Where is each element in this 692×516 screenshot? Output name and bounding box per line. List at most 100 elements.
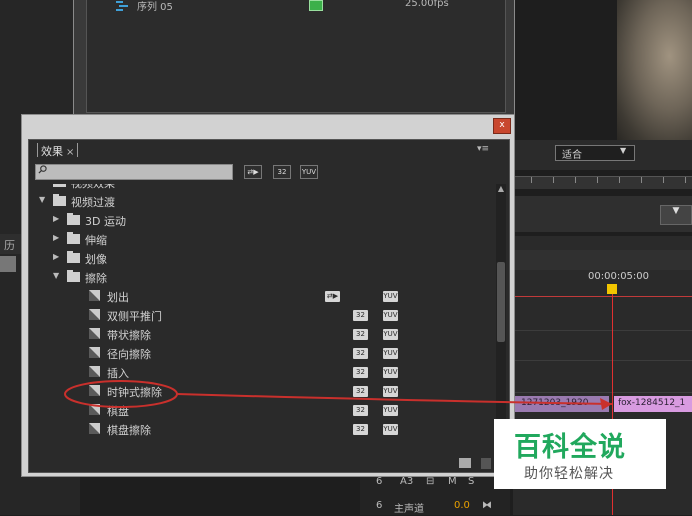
master-volume-value[interactable]: 0.0	[454, 500, 470, 511]
effect-item[interactable]: 时钟式擦除 32 YUV	[29, 382, 495, 401]
lock-icon[interactable]: 6	[376, 476, 382, 487]
panel-menu-icon[interactable]: ▾≡	[477, 144, 489, 154]
scroll-thumb[interactable]	[497, 262, 505, 342]
yuv-badge-icon: YUV	[383, 329, 398, 340]
effects-panel: 效果× ▾≡ ⇄▶ 32 YUV ▼视频效果▼视频过渡▶3D 运动▶伸缩▶划像▼…	[28, 139, 510, 473]
accelerated-badge-icon: ⇄▶	[325, 291, 340, 302]
32bit-badge-icon: 32	[353, 367, 368, 378]
folder-icon	[67, 213, 80, 225]
32bit-badge-icon: 32	[353, 424, 368, 435]
audio-track-master[interactable]: 6 主声道 0.0 ⧓	[372, 500, 512, 516]
effect-label: 时钟式擦除	[107, 386, 162, 399]
effects-tree: ▼ 视频效果 ▼ 视频过渡 ▶ 3D 运动 ▶ 伸缩 ▶ 划像 ▼ 擦除划出 ⇄▶ YUV 双侧平推门 32 Y…	[29, 184, 495, 472]
effects-search-input[interactable]	[35, 164, 233, 180]
transition-icon	[89, 309, 100, 320]
watermark-subtitle: 助你轻松解决	[524, 466, 614, 482]
effects-folder[interactable]: ▶ 3D 运动	[29, 211, 495, 230]
yuv-badge-icon: YUV	[383, 291, 398, 302]
folder-label: 视频过渡	[71, 196, 115, 209]
sequence-row[interactable]: 序列 05 25.00fps	[87, 0, 505, 14]
timeline-clip[interactable]: fox-1284512_1	[614, 396, 692, 412]
fit-dropdown[interactable]: 适合 ▼	[555, 145, 635, 161]
expanded-icon[interactable]: ▼	[39, 184, 45, 185]
folder-icon	[53, 194, 66, 206]
transition-icon	[89, 385, 100, 396]
scroll-up-arrow[interactable]: ▲	[496, 184, 506, 193]
folder-label: 划像	[85, 253, 107, 266]
track-end-icon: ⧓	[482, 500, 492, 511]
folder-label: 3D 运动	[85, 215, 126, 228]
effect-item[interactable]: 棋盘擦除 32 YUV	[29, 420, 495, 439]
sequence-color-label	[309, 0, 323, 11]
timeline-clip[interactable]: 1271203_1920	[513, 396, 609, 412]
effects-folder[interactable]: ▼ 视频效果	[29, 184, 495, 192]
yuv-badge-icon: YUV	[383, 424, 398, 435]
ruler-tick	[641, 177, 642, 183]
playhead-handle[interactable]	[607, 284, 617, 294]
collapsed-icon[interactable]: ▶	[53, 252, 59, 261]
effect-label: 径向擦除	[107, 348, 151, 361]
tab-effects[interactable]: 效果 ×	[37, 143, 79, 158]
32bit-badge-icon: 32	[353, 310, 368, 321]
mute-button[interactable]: M	[448, 476, 457, 487]
collapsed-icon[interactable]: ▶	[53, 214, 59, 223]
effects-folder[interactable]: ▼ 视频过渡	[29, 192, 495, 211]
transition-icon	[89, 404, 100, 415]
32bit-effects-filter[interactable]: 32	[273, 165, 291, 179]
effects-folder[interactable]: ▶ 划像	[29, 249, 495, 268]
32bit-badge-icon: 32	[353, 348, 368, 359]
effect-label: 插入	[107, 367, 129, 380]
solo-button[interactable]: S	[468, 476, 474, 487]
chevron-down-icon: ▼	[620, 146, 627, 155]
ruler-tick	[531, 177, 532, 183]
effects-folder[interactable]: ▼ 擦除	[29, 268, 495, 287]
audio-track-a3[interactable]: 6 A3 ⊟ M S	[372, 476, 492, 492]
monitor-ruler[interactable]	[513, 176, 692, 189]
ruler-tick	[685, 177, 686, 183]
lock-icon[interactable]: 6	[376, 500, 382, 511]
clip-label: fox-1284512_1	[618, 398, 686, 408]
effect-item[interactable]: 棋盘 32 YUV	[29, 401, 495, 420]
marker-button[interactable]: ▼	[660, 205, 692, 225]
ruler-tick	[597, 177, 598, 183]
yuv-effects-filter[interactable]: YUV	[300, 165, 318, 179]
transition-icon	[89, 328, 100, 339]
collapsed-icon[interactable]: ▶	[53, 233, 59, 242]
project-window: 序列 05 25.00fps	[73, 0, 515, 121]
expanded-icon[interactable]: ▼	[39, 195, 45, 204]
search-icon	[38, 165, 47, 174]
accelerated-effects-filter[interactable]: ⇄▶	[244, 165, 262, 179]
tab-close-icon[interactable]: ×	[66, 147, 74, 158]
folder-label: 视频效果	[71, 184, 115, 191]
effect-item[interactable]: 插入 32 YUV	[29, 363, 495, 382]
effect-item[interactable]: 径向擦除 32 YUV	[29, 344, 495, 363]
folder-label: 擦除	[85, 272, 107, 285]
effect-label: 双侧平推门	[107, 310, 162, 323]
effect-item[interactable]: 带状擦除 32 YUV	[29, 325, 495, 344]
project-list: 序列 05 25.00fps	[86, 0, 506, 113]
watermark-title: 百科全说	[514, 432, 626, 463]
tab-history-label: 历	[4, 239, 15, 252]
transition-icon	[89, 423, 100, 434]
ruler-tick	[619, 177, 620, 183]
track-name: 主声道	[394, 504, 424, 515]
trash-icon[interactable]	[481, 458, 491, 469]
track-output-icon[interactable]: ⊟	[426, 476, 434, 487]
close-button[interactable]: x	[493, 118, 511, 134]
effect-item[interactable]: 划出 ⇄▶ YUV	[29, 287, 495, 306]
effect-item[interactable]: 双侧平推门 32 YUV	[29, 306, 495, 325]
history-item[interactable]	[0, 256, 16, 272]
effects-folder[interactable]: ▶ 伸缩	[29, 230, 495, 249]
yuv-badge-icon: YUV	[383, 386, 398, 397]
transition-icon	[89, 290, 100, 301]
track-divider	[513, 360, 692, 361]
expanded-icon[interactable]: ▼	[53, 271, 59, 280]
tab-history[interactable]: 历	[0, 234, 22, 254]
yuv-badge-icon: YUV	[383, 348, 398, 359]
32bit-badge-icon: 32	[353, 386, 368, 397]
effect-label: 棋盘	[107, 405, 129, 418]
ruler-tick	[663, 177, 664, 183]
watermark-logo: 百科全说 助你轻松解决	[494, 419, 666, 489]
new-bin-icon[interactable]	[459, 458, 471, 468]
sequence-fps: 25.00fps	[405, 0, 449, 9]
